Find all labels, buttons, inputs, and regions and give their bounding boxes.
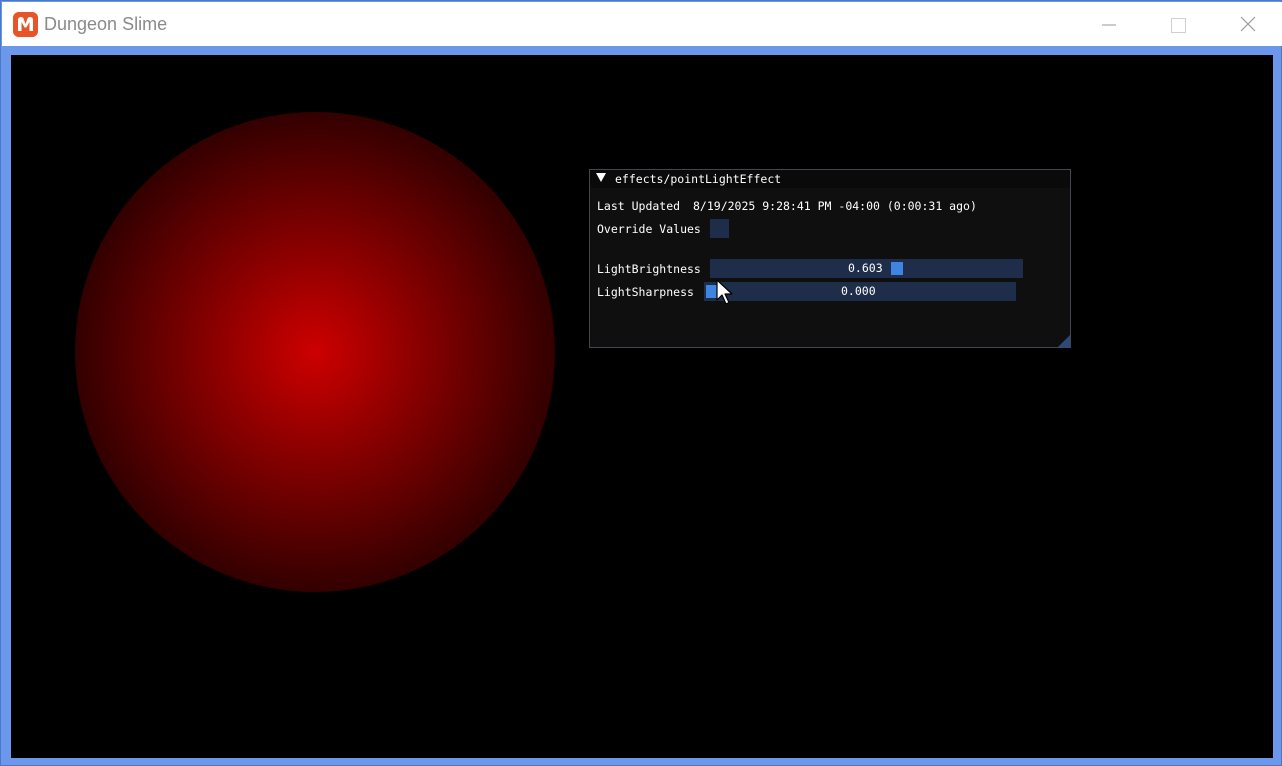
light-brightness-grab[interactable] <box>891 262 903 275</box>
light-brightness-slider[interactable]: 0.603 <box>710 259 1023 278</box>
last-updated-value: 8/19/2025 9:28:41 PM -04:00 (0:00:31 ago… <box>693 199 977 213</box>
close-icon <box>1240 16 1256 32</box>
last-updated-label: Last Updated <box>597 199 681 213</box>
light-sharpness-slider[interactable]: 0.000 <box>704 282 1016 301</box>
monogame-logo-icon <box>13 12 38 37</box>
panel-header[interactable]: effects/pointLightEffect <box>590 170 1070 188</box>
minimize-icon <box>1102 24 1116 26</box>
game-viewport[interactable] <box>11 55 1273 758</box>
window-title: Dungeon Slime <box>44 14 168 34</box>
light-sharpness-value: 0.000 <box>841 284 876 298</box>
minimize-button[interactable] <box>1074 3 1144 45</box>
maximize-icon <box>1171 18 1186 33</box>
panel-title: effects/pointLightEffect <box>615 172 782 186</box>
triangle-down-icon[interactable] <box>596 173 606 182</box>
app-window: Dungeon Slime effects/pointLightEffect L… <box>0 0 1282 766</box>
override-values-label: Override Values <box>597 222 701 236</box>
close-button[interactable] <box>1213 3 1282 45</box>
maximize-button[interactable] <box>1143 3 1213 45</box>
resize-grip[interactable] <box>1058 335 1070 347</box>
override-values-checkbox[interactable] <box>710 219 729 238</box>
light-sharpness-label: LightSharpness <box>597 285 694 299</box>
effect-debug-panel[interactable]: effects/pointLightEffect Last Updated 8/… <box>589 169 1071 348</box>
light-brightness-label: LightBrightness <box>597 262 701 276</box>
light-brightness-value: 0.603 <box>848 261 883 275</box>
title-bar[interactable]: Dungeon Slime <box>2 2 1282 46</box>
mouse-pointer-icon <box>716 279 733 305</box>
point-light <box>75 112 555 592</box>
